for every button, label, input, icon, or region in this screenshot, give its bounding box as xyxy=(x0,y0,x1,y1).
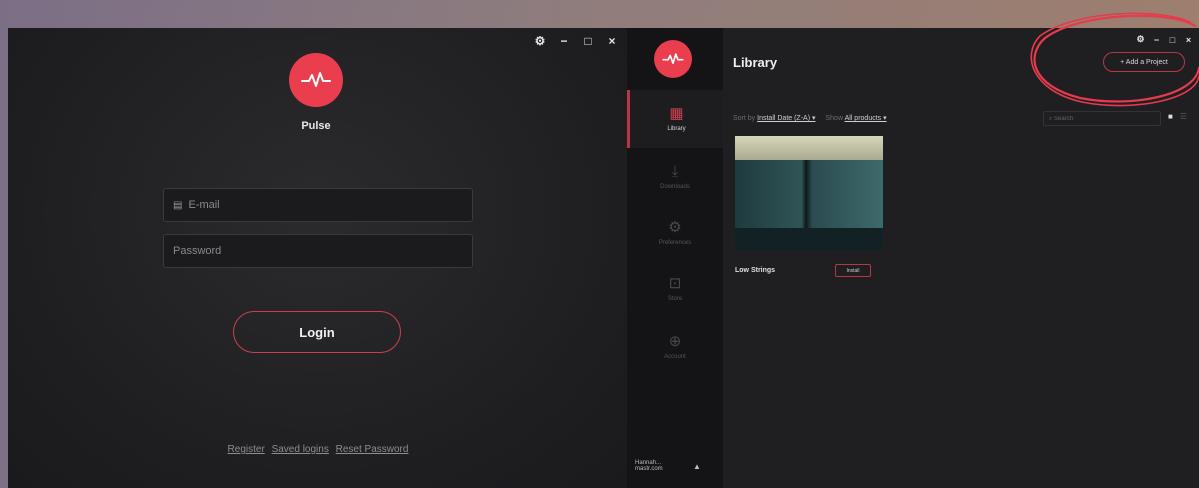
search-input[interactable] xyxy=(1049,115,1154,122)
sort-filter[interactable]: Sort by Install Date (Z-A) ▾ xyxy=(733,114,816,122)
sidebar-item-label: Preferences xyxy=(658,240,692,246)
show-value[interactable]: All products ▾ xyxy=(845,115,887,122)
sidebar-item-account[interactable]: ⊕ Account xyxy=(627,318,723,376)
product-name: Low Strings xyxy=(735,267,776,274)
register-link[interactable]: Register xyxy=(228,444,265,455)
grid-view-icon[interactable]: ■ xyxy=(1168,112,1173,121)
user-email: Hannah... mastr.com xyxy=(635,460,663,472)
user-menu[interactable]: Hannah... mastr.com ▲ xyxy=(635,460,719,472)
login-window-controls: ⚙ − □ × xyxy=(534,34,618,48)
pulse-wave-icon xyxy=(301,72,331,87)
library-icon: ▦ xyxy=(669,105,684,122)
email-field[interactable]: ▤ xyxy=(163,188,473,222)
product-row: Low Strings Install xyxy=(735,264,883,277)
sidebar: ▦ Library ⤓ Downloads ⚙ Preferences ⊡ St… xyxy=(627,28,723,488)
show-label: Show xyxy=(825,115,844,122)
sidebar-item-downloads[interactable]: ⤓ Downloads xyxy=(627,148,723,206)
sidebar-item-store[interactable]: ⊡ Store xyxy=(627,260,723,318)
sidebar-item-library[interactable]: ▦ Library xyxy=(627,90,723,148)
search-box[interactable] xyxy=(1043,111,1161,126)
password-field[interactable] xyxy=(163,234,473,268)
reset-password-link[interactable]: Reset Password xyxy=(336,444,409,455)
email-input[interactable] xyxy=(188,199,449,211)
product-thumbnail[interactable] xyxy=(735,136,883,250)
email-icon: ▤ xyxy=(173,199,183,211)
download-icon: ⤓ xyxy=(671,163,679,180)
pulse-logo-icon xyxy=(289,53,343,107)
sidebar-item-label: Account xyxy=(664,354,686,360)
pulse-logo-icon xyxy=(654,40,692,78)
install-button[interactable]: Install xyxy=(835,264,871,277)
pulse-wave-icon xyxy=(662,53,684,65)
product-card[interactable]: Low Strings Install xyxy=(735,136,883,277)
filter-bar: Sort by Install Date (Z-A) ▾ Show All pr… xyxy=(733,114,887,122)
highlight-annotation xyxy=(1030,12,1199,107)
sort-label: Sort by xyxy=(733,115,756,122)
show-filter[interactable]: Show All products ▾ xyxy=(826,114,887,122)
account-icon: ⊕ xyxy=(668,333,682,350)
settings-icon[interactable]: ⚙ xyxy=(534,34,546,48)
page-title: Library xyxy=(733,55,778,70)
shopping-bag-icon: ⊡ xyxy=(668,275,682,292)
login-window: ⚙ − □ × Pulse ▤ Login Register Saved log… xyxy=(8,28,628,488)
sidebar-item-label: Library xyxy=(667,126,686,132)
sidebar-item-label: Downloads xyxy=(660,184,690,190)
sort-value[interactable]: Install Date (Z-A) ▾ xyxy=(757,115,815,122)
close-icon[interactable]: × xyxy=(606,34,618,48)
gear-icon: ⚙ xyxy=(668,219,682,236)
sidebar-item-label: Store xyxy=(667,296,683,302)
password-input[interactable] xyxy=(173,245,433,257)
app-name: Pulse xyxy=(301,120,331,132)
login-links: Register Saved logins Reset Password xyxy=(158,444,478,455)
minimize-icon[interactable]: − xyxy=(558,34,570,48)
maximize-icon[interactable]: □ xyxy=(582,34,594,48)
list-view-icon[interactable]: ☰ xyxy=(1180,112,1187,121)
saved-logins-link[interactable]: Saved logins xyxy=(272,444,329,455)
sidebar-item-preferences[interactable]: ⚙ Preferences xyxy=(627,204,723,262)
view-toggles: ■ ☰ xyxy=(1168,112,1187,121)
login-button[interactable]: Login xyxy=(233,311,401,353)
chevron-up-icon: ▲ xyxy=(693,461,701,471)
